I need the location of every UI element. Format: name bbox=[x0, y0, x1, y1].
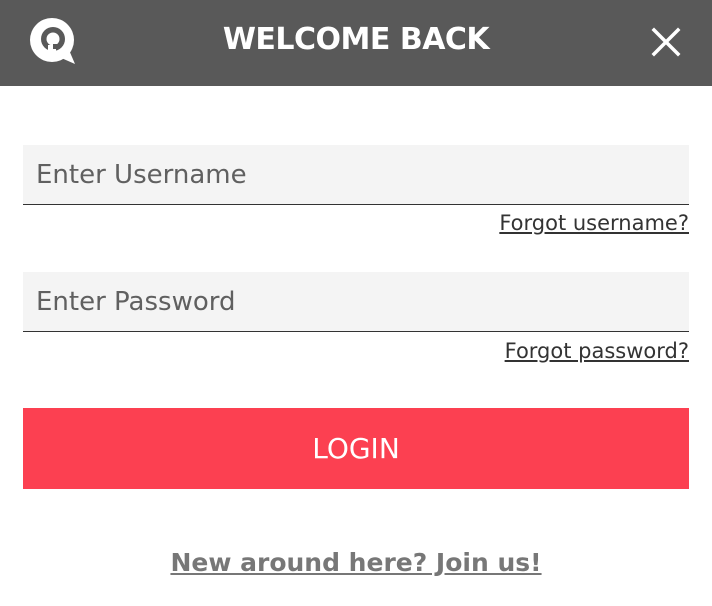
forgot-password-link[interactable]: Forgot password? bbox=[505, 339, 689, 363]
login-button[interactable]: LOGIN bbox=[23, 408, 689, 489]
password-field[interactable] bbox=[23, 272, 689, 332]
modal-header: WELCOME BACK bbox=[0, 0, 712, 86]
close-icon[interactable] bbox=[649, 25, 683, 59]
username-field[interactable] bbox=[23, 145, 689, 205]
join-us-link[interactable]: New around here? Join us! bbox=[0, 548, 712, 577]
forgot-username-link[interactable]: Forgot username? bbox=[499, 211, 689, 235]
modal-title: WELCOME BACK bbox=[222, 22, 490, 57]
login-modal: WELCOME BACK Forgot username? Forgot pas… bbox=[0, 0, 712, 606]
